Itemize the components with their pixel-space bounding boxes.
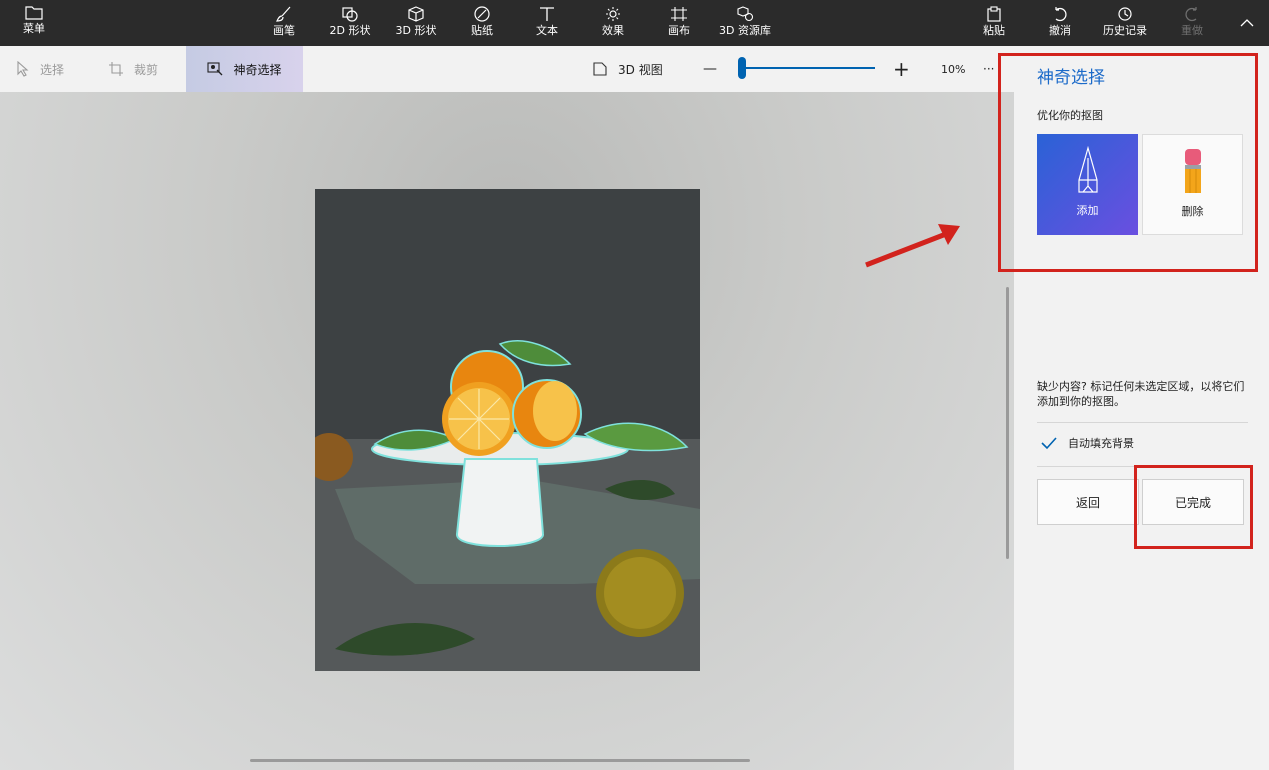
- 3d-shapes-label: 3D 形状: [395, 24, 437, 37]
- back-label: 返回: [1075, 495, 1100, 510]
- select-tool[interactable]: 选择: [16, 46, 64, 92]
- crop-label: 裁剪: [134, 62, 159, 77]
- brush-button[interactable]: 画笔: [264, 0, 304, 46]
- zoom-slider-track[interactable]: [741, 67, 875, 69]
- text-label: 文本: [536, 24, 558, 37]
- redo-label: 重做: [1181, 24, 1203, 37]
- top-bar: 菜单 画笔 2D 形状 3D 形状 贴纸 文本 效果 画布 3D 资源库 粘贴 …: [0, 0, 1269, 46]
- 3d-library-label: 3D 资源库: [719, 24, 771, 37]
- 3d-shapes-icon: [408, 6, 424, 22]
- brush-label: 画笔: [273, 24, 295, 37]
- annotation-arrow: [865, 224, 960, 268]
- zoom-plus-glyph: +: [893, 57, 910, 81]
- paste-button[interactable]: 粘贴: [976, 0, 1012, 46]
- undo-icon: [1055, 7, 1067, 22]
- undo-button[interactable]: 撤消: [1042, 0, 1078, 46]
- hint-text: 缺少内容? 标记任何未选定区域，以将它们添加到你的抠图。: [1037, 380, 1245, 408]
- stickers-label: 贴纸: [471, 24, 493, 37]
- paste-icon: [987, 6, 1001, 22]
- undo-label: 撤消: [1049, 24, 1071, 37]
- 3d-view-label: 3D 视图: [618, 62, 663, 77]
- redo-button[interactable]: 重做: [1174, 0, 1210, 46]
- zoom-slider-thumb[interactable]: [738, 57, 746, 79]
- stickers-button[interactable]: 贴纸: [462, 0, 502, 46]
- horizontal-scrollbar[interactable]: [250, 759, 750, 762]
- canvas-icon: [671, 7, 687, 21]
- secondary-toolbar: 选择 裁剪 3D 视图 — + 10% ···: [0, 46, 1014, 92]
- brush-icon: [276, 6, 291, 22]
- folder-icon: [25, 6, 43, 20]
- effects-button[interactable]: 效果: [593, 0, 633, 46]
- orange-photo[interactable]: [315, 189, 700, 671]
- collapse-ribbon-button[interactable]: [1232, 0, 1262, 46]
- text-icon: [540, 7, 554, 21]
- canvas-label: 画布: [668, 24, 690, 37]
- back-button[interactable]: 返回: [1037, 479, 1139, 525]
- divider: [1037, 422, 1248, 423]
- zoom-minus-glyph: —: [703, 61, 717, 77]
- stickers-icon: [474, 6, 490, 22]
- chevron-up-icon: [1240, 19, 1254, 27]
- crop-icon: [109, 62, 123, 76]
- checkmark-icon: [1041, 437, 1057, 450]
- more-options-button[interactable]: ···: [983, 46, 994, 92]
- 2d-shapes-label: 2D 形状: [329, 24, 371, 37]
- history-icon: [1118, 7, 1132, 21]
- annotation-box-done: [1134, 465, 1253, 549]
- 2d-shapes-icon: [342, 7, 358, 22]
- zoom-in-button[interactable]: +: [893, 46, 910, 92]
- canvas-button[interactable]: 画布: [659, 0, 699, 46]
- 3d-library-button[interactable]: 3D 资源库: [714, 0, 776, 46]
- autofill-label: 自动填充背景: [1068, 437, 1134, 450]
- vertical-scrollbar[interactable]: [1006, 287, 1009, 559]
- redo-icon: [1185, 7, 1197, 22]
- more-icon: ···: [983, 62, 995, 76]
- cursor-icon: [17, 61, 29, 77]
- text-button[interactable]: 文本: [527, 0, 567, 46]
- crop-tool[interactable]: 裁剪: [108, 46, 158, 92]
- magic-select-tool[interactable]: 神奇选择: [186, 46, 303, 92]
- history-button[interactable]: 历史记录: [1098, 0, 1152, 46]
- zoom-value-text: 10%: [941, 62, 966, 76]
- zoom-value[interactable]: 10%: [941, 46, 965, 92]
- 3d-view-button[interactable]: 3D 视图: [592, 46, 663, 92]
- 2d-shapes-button[interactable]: 2D 形状: [326, 0, 374, 46]
- menu-button[interactable]: 菜单: [12, 0, 56, 46]
- menu-label: 菜单: [23, 22, 45, 35]
- autofill-background-checkbox[interactable]: 自动填充背景: [1040, 435, 1134, 451]
- history-label: 历史记录: [1103, 24, 1147, 37]
- magic-select-icon: [207, 62, 223, 76]
- annotation-box-mode: [998, 53, 1258, 272]
- magic-select-label: 神奇选择: [233, 62, 282, 77]
- zoom-out-button[interactable]: —: [703, 46, 717, 92]
- effects-label: 效果: [602, 24, 624, 37]
- effects-icon: [606, 7, 620, 21]
- paste-label: 粘贴: [983, 24, 1005, 37]
- 3d-view-icon: [593, 62, 607, 76]
- 3d-library-icon: [737, 6, 754, 22]
- select-label: 选择: [40, 62, 65, 77]
- 3d-shapes-button[interactable]: 3D 形状: [392, 0, 440, 46]
